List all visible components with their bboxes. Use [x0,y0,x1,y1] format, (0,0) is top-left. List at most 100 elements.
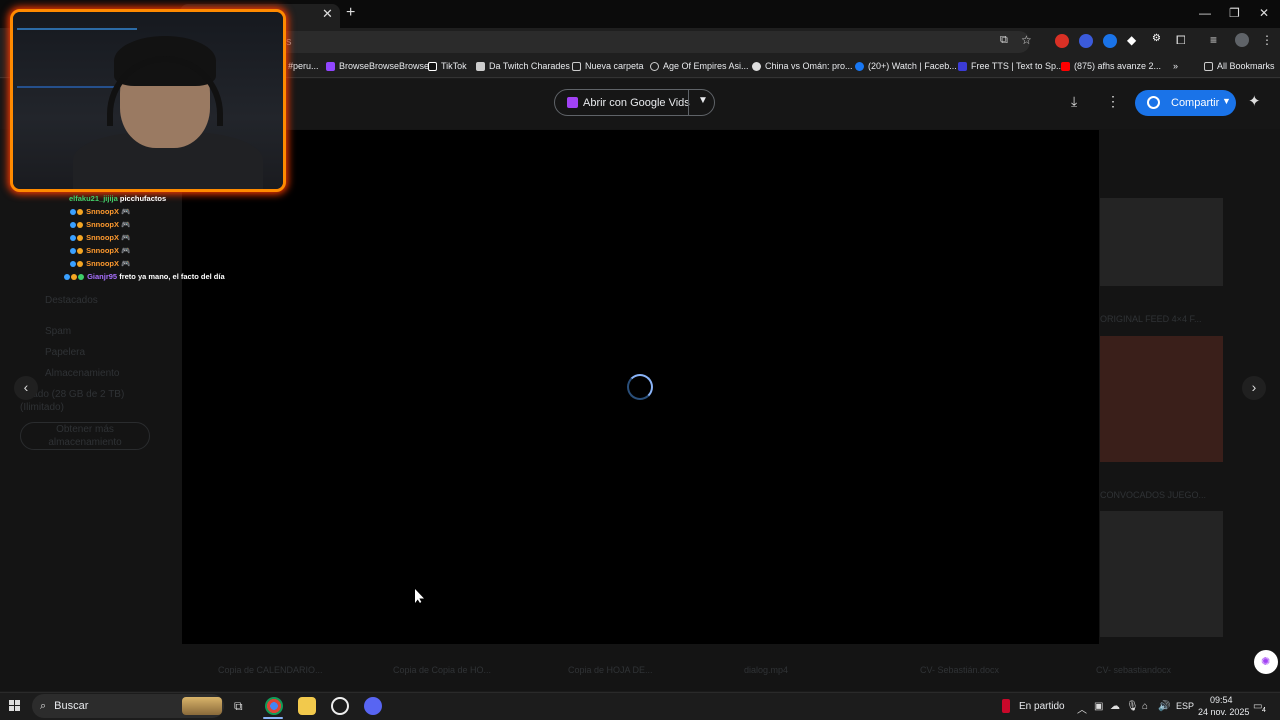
thumbnail-dimmed [1100,198,1223,286]
extension-shield-icon[interactable] [1103,34,1117,48]
language-indicator[interactable]: ESP [1176,701,1194,711]
bookmark-item[interactable]: BrowseBrowseBrowse [326,61,429,71]
storage-button: Obtener más almacenamiento [20,422,150,450]
bookmark-item[interactable]: (20+) Watch | Faceb... [855,61,957,71]
chat-message: SnnoopX 🎮 [70,220,130,229]
install-icon[interactable]: ⧉ [1000,34,1008,47]
file-chip: Copia de HOJA DE... [568,665,653,675]
new-tab-icon[interactable]: + [346,4,355,22]
bookmark-item[interactable]: Age Of Empires Asi... [650,61,749,71]
storage-usage-sub: (Ilimitado) [20,402,64,413]
profile-avatar[interactable] [1235,33,1249,47]
bookmark-label: BrowseBrowseBrowse [339,61,430,71]
all-bookmarks-label: All Bookmarks [1217,61,1275,71]
more-options-icon[interactable]: ⋮ [1106,93,1120,110]
drive-sidebar-dimmed: Destacados Spam Papelera Almacenamiento … [20,290,150,450]
bookmark-star-icon[interactable]: ☆ [1021,33,1032,47]
search-highlight-image [182,697,222,715]
badge-icon [77,222,83,229]
chat-message: SnnoopX 🎮 [70,246,130,255]
chrome-menu-icon[interactable]: ⋮ [1261,33,1273,47]
bookmark-item[interactable]: (875) afhs avanze 2... [1061,61,1161,71]
bookmark-item[interactable]: Da Twitch Charades [476,61,570,71]
clock-date[interactable]: 24 nov. 2025 [1198,707,1249,717]
tray-status-text[interactable]: En partido [1019,701,1065,712]
badge-icon [77,261,83,268]
chat-username: Gianjr95 [87,272,118,281]
tab-search-icon[interactable]: ≡ [1210,33,1217,47]
address-bar[interactable] [270,31,1030,53]
gemini-sparkle-icon[interactable]: ✦ [1248,92,1261,110]
obs-icon[interactable] [331,697,349,715]
chrome-taskbar-icon[interactable] [265,697,283,715]
folder-icon [572,61,581,71]
badge-icon [70,222,76,229]
discord-icon[interactable] [364,697,382,715]
extension-blue-icon[interactable] [1079,34,1093,48]
sidebar-item: Spam [45,326,72,337]
nba-icon[interactable] [1002,699,1010,713]
chevron-right-icon: » [1173,61,1179,71]
onedrive-icon[interactable]: ☁ [1110,701,1120,712]
sidebar-item: Destacados [45,295,98,306]
chat-username: elfaku21_jijija [69,194,118,203]
download-icon[interactable]: ⤓ [1071,93,1077,110]
active-app-indicator [263,717,283,719]
chat-message: Gianjr95 freto ya mano, el facto del día [64,272,225,281]
window-close-icon[interactable]: ✕ [1259,6,1269,20]
tts-icon [958,61,967,71]
chevron-down-icon[interactable]: ▼ [698,95,708,106]
divider [688,90,689,115]
all-bookmarks[interactable]: All Bookmarks [1204,61,1275,71]
share-button[interactable]: Compartir ▼ [1135,90,1236,116]
chevron-up-icon[interactable]: ︿ [1077,701,1087,716]
google-vids-icon [567,97,578,108]
extension-red-icon[interactable] [1055,34,1069,48]
chat-emote: 🎮 [121,246,131,255]
minimize-icon[interactable]: — [1199,6,1211,20]
bookmark-item[interactable]: Nueva carpeta [572,61,644,71]
badge-icon [78,274,84,281]
bookmark-item[interactable]: Free TTS | Text to Sp... [958,61,1064,71]
task-view-icon[interactable]: ⧉ [234,699,243,714]
chat-username: SnnoopX [86,233,120,242]
globe-icon [1147,96,1160,109]
bookmark-item[interactable]: TikTok [428,61,467,71]
clock-time[interactable]: 09:54 [1210,695,1233,705]
extensions-puzzle-icon[interactable]: ⧠ [1176,33,1186,48]
bookmark-item[interactable]: #peru... [288,61,319,71]
open-with-button[interactable]: Abrir con Google Vids ▼ [554,89,715,116]
extension-off-icon[interactable]: ⚙ [1152,33,1161,44]
previous-file-button[interactable]: ‹ [14,376,38,400]
twitch-icon [326,61,335,71]
chat-emote: 🎮 [121,259,131,268]
file-explorer-icon[interactable] [298,697,316,715]
badge-icon [77,248,83,255]
file-strip-dimmed [180,656,1220,684]
next-file-button[interactable]: › [1242,376,1266,400]
bookmark-label: TikTok [441,61,467,71]
chat-username: SnnoopX [86,259,120,268]
bookmark-item[interactable]: China vs Omán: pro... [752,61,853,71]
thumbnail-label-dimmed: ORIGINAL FEED 4×4 F... [1100,314,1202,324]
taskbar-search-label: Buscar [54,700,89,712]
chat-message: SnnoopX 🎮 [70,207,130,216]
thumbnail-dimmed [1100,336,1223,462]
volume-icon[interactable]: 🔊 [1158,701,1170,712]
search-icon: ⌕ [40,699,47,712]
globe-icon [650,61,659,71]
extension-diamond-icon[interactable]: ◆ [1127,33,1136,47]
thumbnail-dimmed [1100,511,1223,637]
close-tab-icon[interactable]: ✕ [322,6,333,22]
storage-usage: Usado (28 GB de 2 TB) [20,389,125,400]
restore-icon[interactable]: ❐ [1229,6,1240,20]
badge-icon [77,209,83,216]
bookmarks-overflow[interactable]: » [1173,61,1178,71]
windows-start-icon[interactable] [9,700,21,712]
network-icon[interactable]: ⌂ [1142,701,1148,712]
chat-username: SnnoopX [86,220,120,229]
tray-app-icon[interactable]: ▣ [1094,701,1103,712]
chevron-down-icon[interactable]: ▼ [1222,96,1231,106]
microphone-icon[interactable]: 🎙 [1126,701,1139,712]
bookmark-label: Da Twitch Charades [489,61,570,71]
